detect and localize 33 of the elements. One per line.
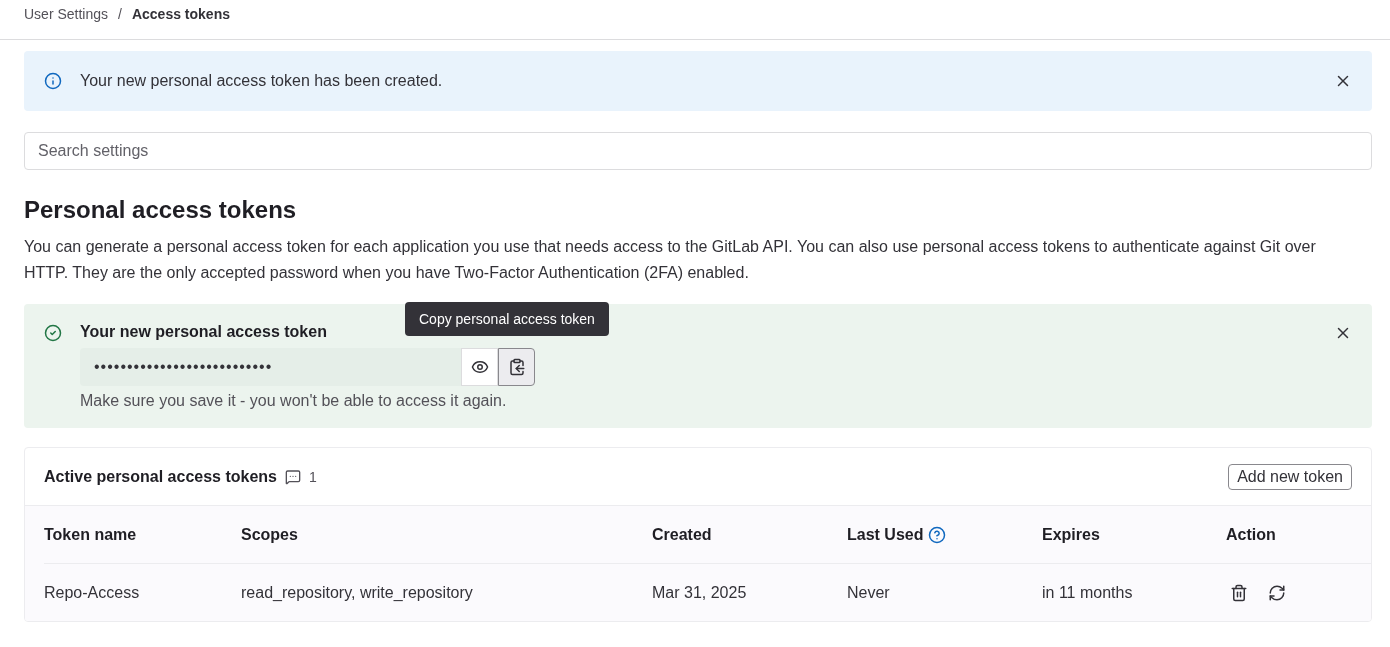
clipboard-icon (507, 358, 526, 376)
info-icon (44, 72, 62, 90)
alert-message: Your new personal access token has been created. (80, 72, 444, 90)
section-description: You can generate a personal access token for each application you use that needs access to the GitLab API. You can also use personal access tokens to authenticate against Git over HTTP. They are the only accepted password when you have Two-Factor Authentication (2FA) enabled. (24, 237, 1317, 283)
column-header: Last Used (847, 525, 924, 544)
column-header: Action (1226, 525, 1276, 544)
copy-button[interactable] (498, 348, 535, 386)
check-circle-icon (44, 324, 62, 342)
tooltip: Copy personal access token (405, 302, 609, 336)
show-token-button[interactable] (461, 348, 498, 386)
column-header: Expires (1042, 525, 1100, 544)
breadcrumb-link[interactable]: User Settings (24, 5, 109, 22)
add-token-button[interactable]: Add new token (1228, 463, 1352, 490)
card-title: Active personal access tokens (44, 467, 277, 486)
breadcrumb-current: Access tokens (131, 5, 230, 22)
table-cell-text: Never (847, 582, 891, 603)
comment-icon (285, 468, 301, 485)
search-field[interactable]: Search settings (24, 132, 1372, 170)
table-cell-text: read_repository, write_repository (241, 582, 474, 603)
token-count: 1 (309, 468, 317, 485)
column-header: Token name (44, 525, 137, 544)
eye-icon (470, 358, 489, 376)
table-cell-text: Mar 31, 2025 (652, 582, 748, 603)
help-icon[interactable] (928, 525, 947, 544)
alert-hint: Make sure you save it - you won't be able to access it again. (80, 392, 508, 410)
table-cell-text: in 11 months (1042, 582, 1134, 603)
column-header: Scopes (241, 525, 298, 544)
section-title: Personal access tokens (24, 196, 298, 224)
table-cell-text: Repo-Access (44, 582, 141, 603)
alert-title: Your new personal access token (80, 322, 327, 342)
breadcrumb-separator: / (118, 5, 122, 22)
column-header: Created (652, 525, 712, 544)
token-field[interactable]: ••••••••••••••••••••••••••• (80, 348, 461, 386)
